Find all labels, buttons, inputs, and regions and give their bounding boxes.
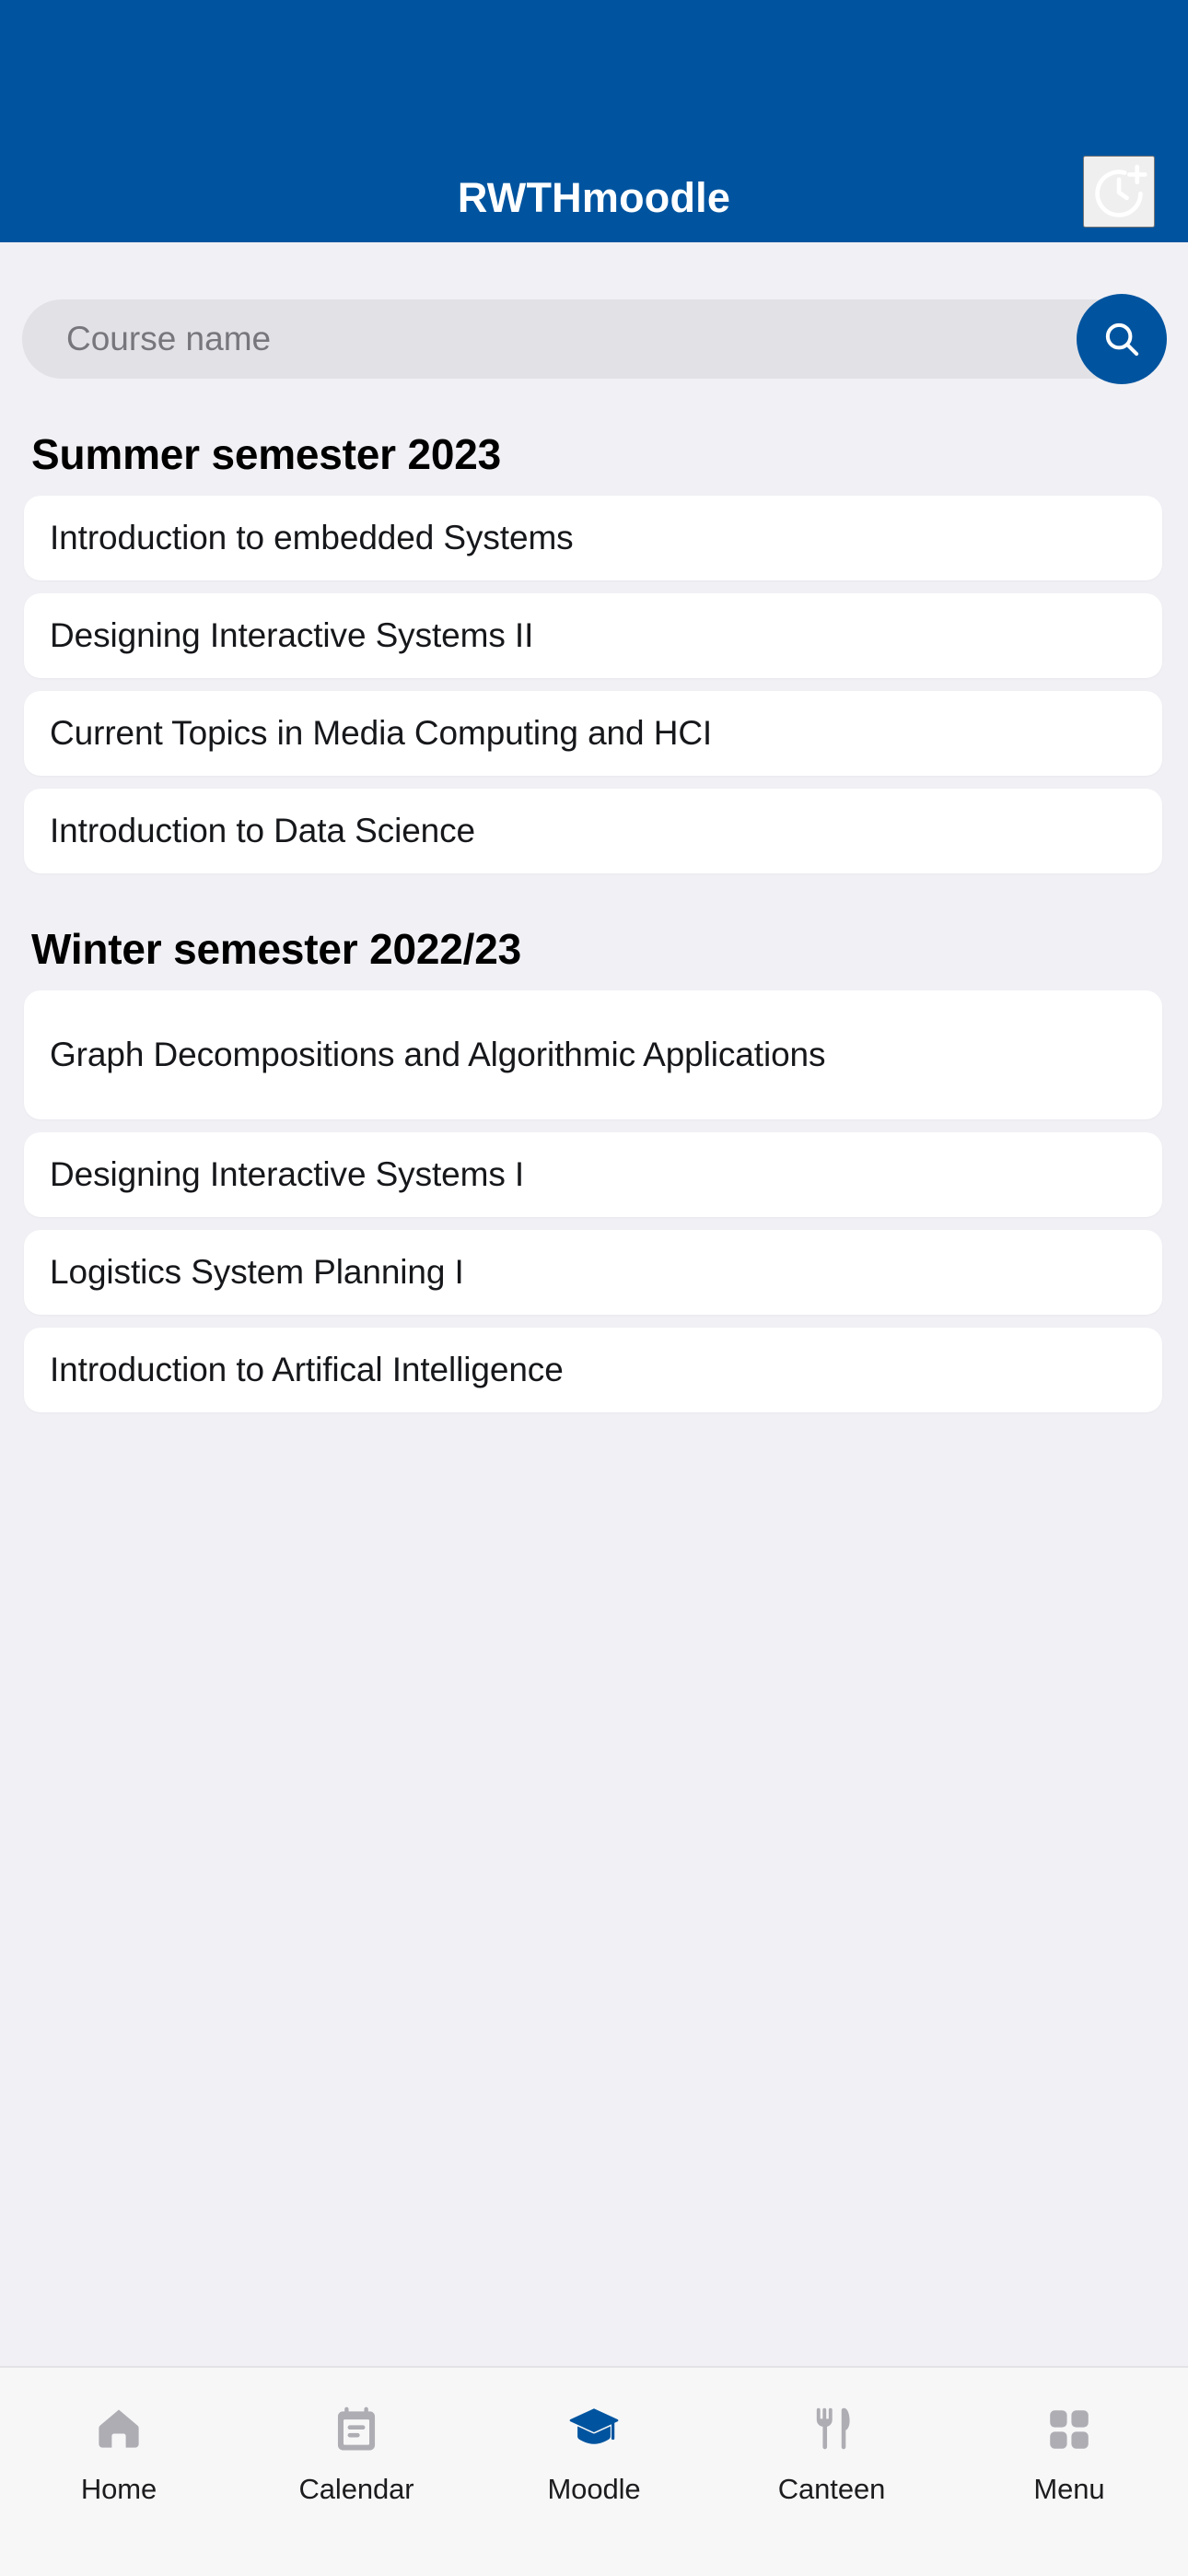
tab-calendar[interactable]: Calendar [238, 2401, 475, 2506]
tab-home[interactable]: Home [0, 2401, 238, 2506]
tab-label: Menu [1033, 2473, 1105, 2505]
course-card-list: Introduction to embedded Systems Designi… [0, 496, 1188, 873]
bottom-navigation-bar: Home Calendar Moodle Canteen Menu [0, 2366, 1188, 2576]
semester-section: Winter semester 2022/23 Graph Decomposit… [0, 924, 1188, 1412]
course-card[interactable]: Designing Interactive Systems II [24, 593, 1162, 678]
calendar-icon [328, 2401, 385, 2458]
section-heading: Winter semester 2022/23 [31, 925, 521, 973]
course-title: Designing Interactive Systems II [50, 616, 534, 655]
tab-menu[interactable]: Menu [950, 2401, 1188, 2506]
course-title: Introduction to Artifical Intelligence [50, 1351, 564, 1389]
search-field[interactable] [22, 299, 1166, 379]
course-title: Logistics System Planning I [50, 1253, 464, 1292]
course-card[interactable]: Designing Interactive Systems I [24, 1132, 1162, 1217]
clock-plus-glyph [1095, 164, 1147, 217]
course-card[interactable]: Logistics System Planning I [24, 1230, 1162, 1315]
calendar-glyph [337, 2406, 376, 2451]
clock-plus-icon[interactable] [1083, 156, 1155, 228]
course-title: Introduction to embedded Systems [50, 519, 574, 557]
fork-knife-icon [803, 2401, 860, 2458]
search-button[interactable] [1077, 294, 1167, 384]
section-heading: Summer semester 2023 [31, 430, 501, 478]
course-title: Designing Interactive Systems I [50, 1155, 525, 1194]
grid-menu-glyph [1050, 2410, 1089, 2449]
search-input[interactable] [66, 320, 1065, 358]
tab-label: Home [80, 2473, 157, 2505]
course-list-scroll-area[interactable]: Summer semester 2023 Introduction to emb… [0, 242, 1188, 2366]
course-title: Current Topics in Media Computing and HC… [50, 714, 713, 753]
app-screen: RWTHmoodle Summer semester 2 [0, 0, 1188, 2576]
course-card[interactable]: Introduction to embedded Systems [24, 496, 1162, 580]
course-title: Introduction to Data Science [50, 812, 476, 850]
app-bar: RWTHmoodle [0, 0, 1188, 242]
course-card[interactable]: Graph Decompositions and Algorithmic App… [24, 990, 1162, 1119]
course-card[interactable]: Current Topics in Media Computing and HC… [24, 691, 1162, 776]
search-icon [1105, 322, 1139, 357]
tab-label: Canteen [777, 2473, 886, 2505]
grid-menu-icon [1041, 2401, 1098, 2458]
home-glyph [99, 2409, 139, 2448]
tab-label: Calendar [298, 2473, 414, 2505]
fork-knife-glyph [816, 2407, 850, 2450]
page-title: RWTHmoodle [457, 174, 731, 221]
course-card[interactable]: Introduction to Data Science [24, 789, 1162, 873]
semester-section: Summer semester 2023 Introduction to emb… [0, 429, 1188, 873]
graduation-cap-icon [565, 2401, 623, 2458]
course-card-list: Graph Decompositions and Algorithmic App… [0, 990, 1188, 1412]
graduation-cap-glyph [569, 2408, 619, 2444]
search-bar [22, 294, 1167, 384]
course-title: Graph Decompositions and Algorithmic App… [50, 1036, 826, 1074]
tab-canteen[interactable]: Canteen [713, 2401, 950, 2506]
course-card[interactable]: Introduction to Artifical Intelligence [24, 1328, 1162, 1412]
home-icon [90, 2401, 147, 2458]
tab-moodle[interactable]: Moodle [475, 2401, 713, 2506]
tab-label: Moodle [547, 2473, 641, 2505]
